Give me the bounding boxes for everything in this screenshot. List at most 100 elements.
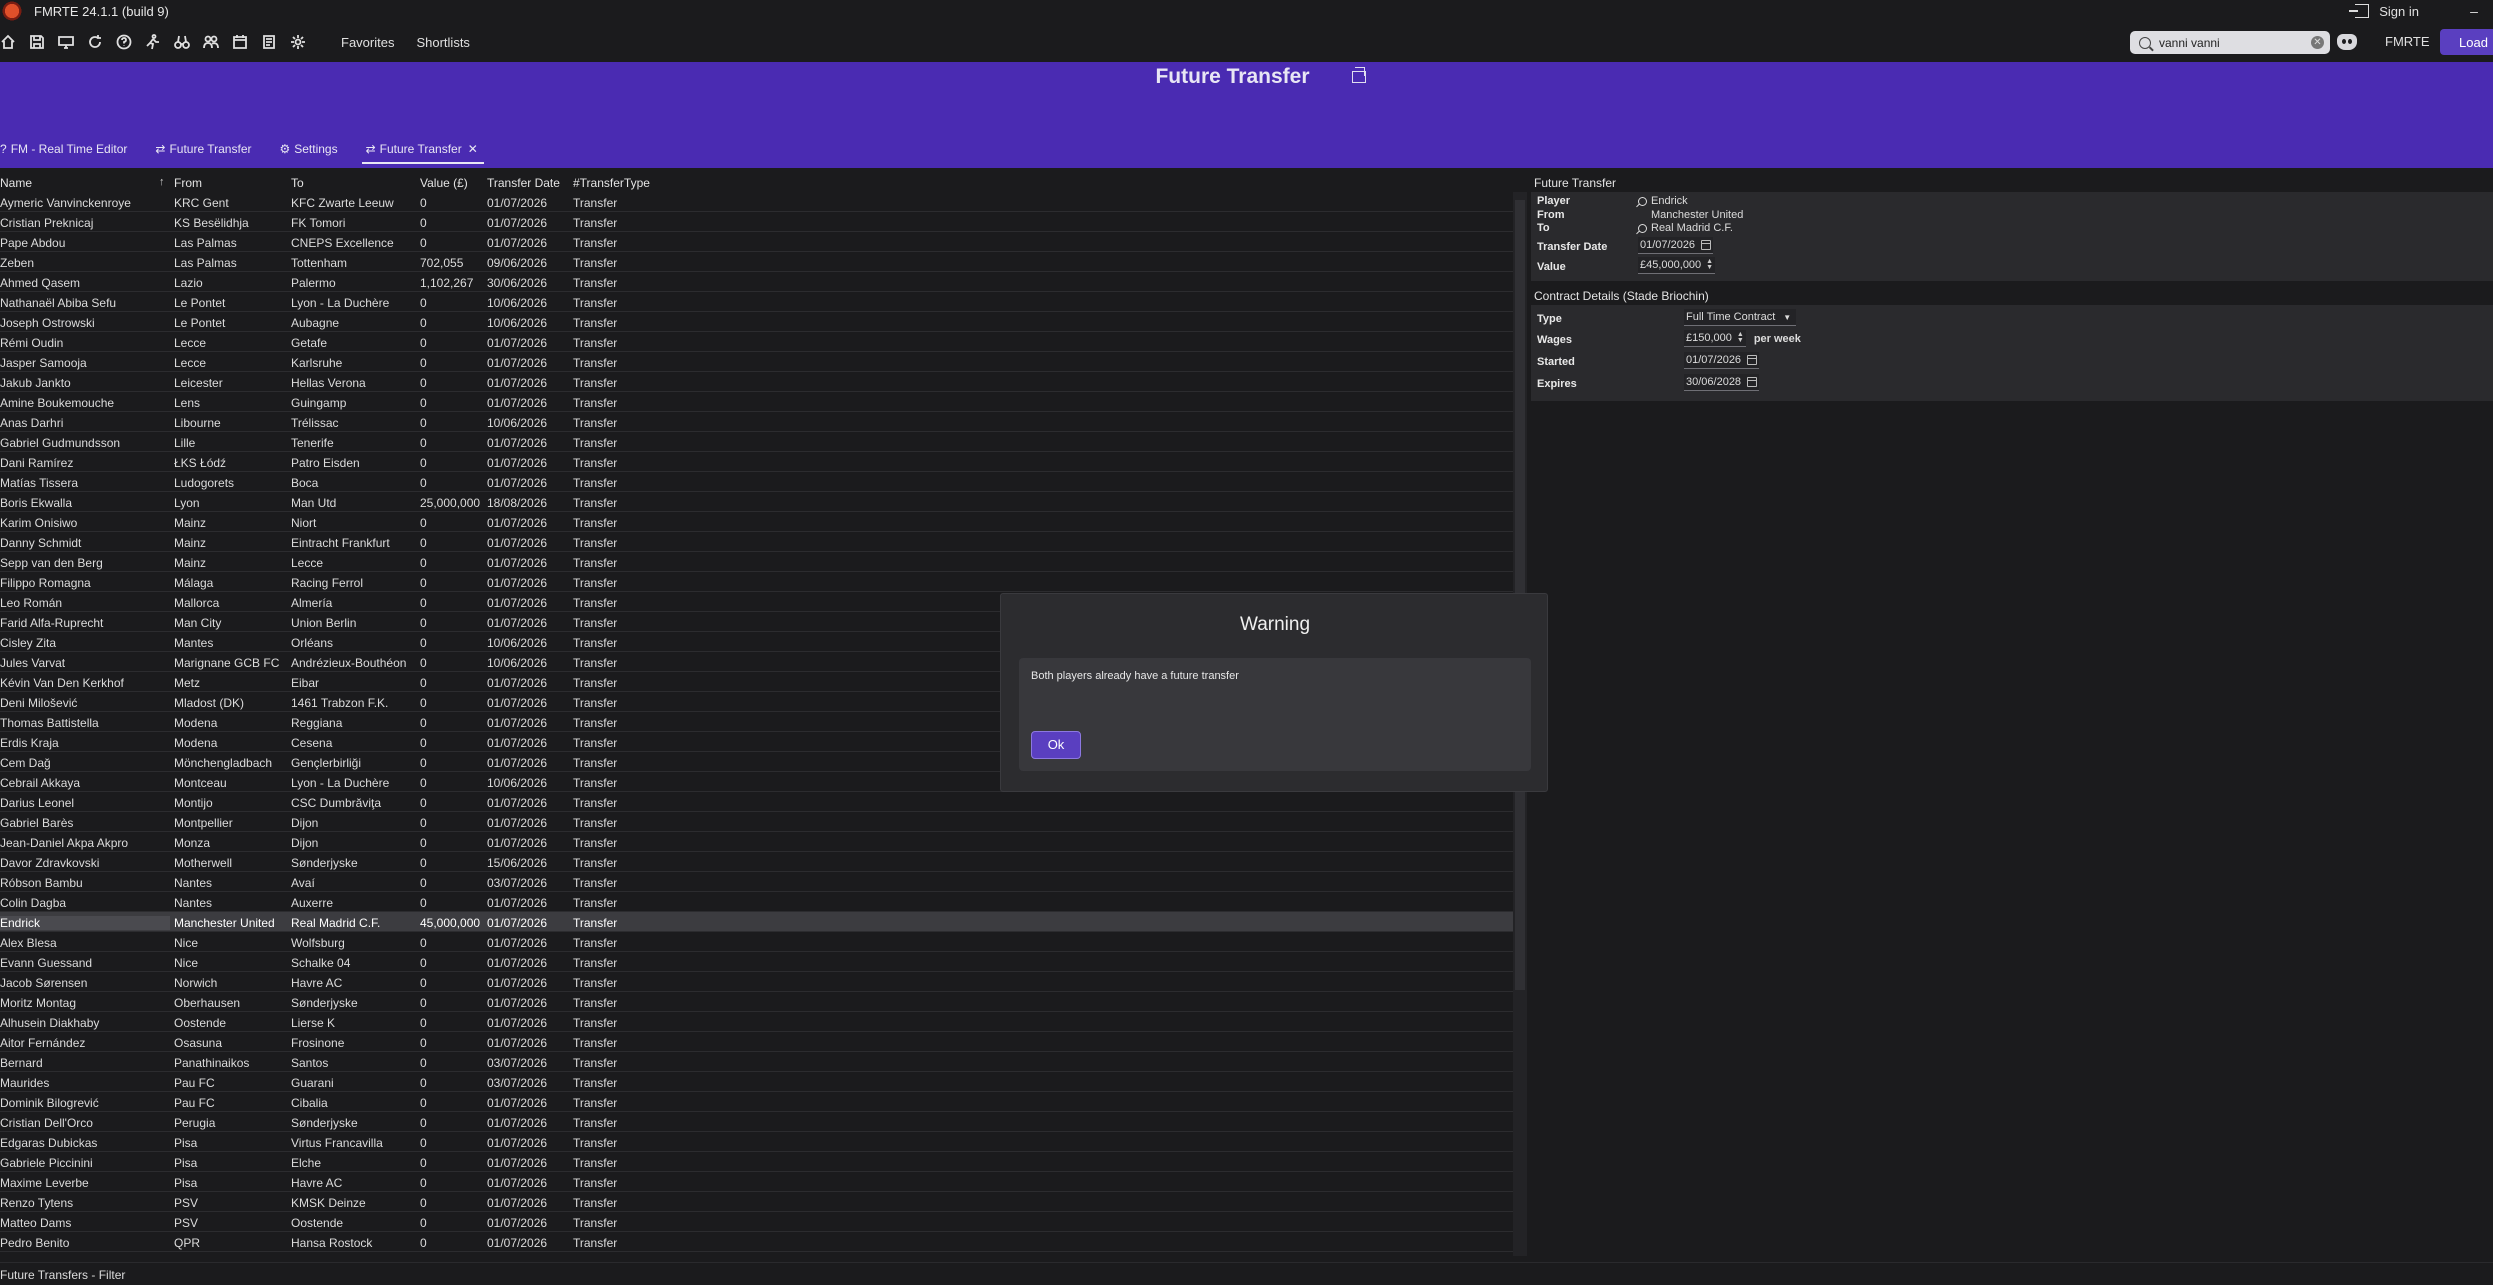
table-row[interactable]: Bernard Panathinaikos Santos 0 03/07/2026 Tra… <box>0 1052 1520 1072</box>
table-row[interactable]: Darius Leonel Montijo CSC Dumbrăviţa 0 01/07… <box>0 792 1520 812</box>
player-picker[interactable]: Endrick <box>1638 195 1688 207</box>
contract-type-wrap: Full Time Contract ▼ <box>1684 309 1796 326</box>
cell-transfer-type: Transfer <box>573 276 618 290</box>
refresh-icon[interactable] <box>87 34 103 50</box>
table-row[interactable]: Pape Abdou Las Palmas CNEPS Excellence 0 01/… <box>0 232 1520 252</box>
table-row[interactable]: Jacob Sørensen Norwich Havre AC 0 01/07/2026… <box>0 972 1520 992</box>
cell-transfer-date: 01/07/2026 <box>487 236 548 250</box>
column-header-from[interactable]: From <box>174 176 289 190</box>
table-row[interactable]: Pedro Benito QPR Hansa Rostock 0 01/07/2026 T… <box>0 1232 1520 1252</box>
notes-icon[interactable] <box>261 34 277 50</box>
table-row[interactable]: Gabriel Barès Montpellier Dijon 0 01/07/2026… <box>0 812 1520 832</box>
cell-value: 0 <box>420 616 427 630</box>
cell-transfer-type: Transfer <box>573 976 618 990</box>
calendar-icon[interactable] <box>232 34 248 50</box>
column-header-transfer-date[interactable]: Transfer Date <box>487 176 573 190</box>
column-header-transfer-type[interactable]: #TransferType <box>573 176 673 190</box>
cell-transfer-date: 01/07/2026 <box>487 376 548 390</box>
spinner-icon[interactable]: ▲ ▼ <box>1737 331 1744 344</box>
popout-window-icon[interactable] <box>1352 67 1366 83</box>
clear-search-icon[interactable]: ✕ <box>2311 36 2324 49</box>
help-icon[interactable] <box>116 34 132 50</box>
table-row[interactable]: Sepp van den Berg Mainz Lecce 0 01/07/2026 Tr… <box>0 552 1520 572</box>
table-row[interactable]: Evann Guessand Nice Schalke 04 0 01/07/2026 T… <box>0 952 1520 972</box>
started-input[interactable]: 01/07/2026 <box>1684 352 1760 369</box>
search-box[interactable]: ✕ <box>2130 31 2330 54</box>
table-row[interactable]: Anas Darhri Libourne Trélissac 0 10/06/2026 T… <box>0 412 1520 432</box>
value-input[interactable]: £45,000,000 ▲ ▼ <box>1638 257 1716 274</box>
sign-in-button[interactable]: Sign in <box>2349 4 2419 19</box>
shortlists-menu[interactable]: Shortlists <box>416 35 469 50</box>
table-row[interactable]: Edgaras Dubickas Pisa Virtus Francavilla 0 0… <box>0 1132 1520 1152</box>
ok-button[interactable]: Ok <box>1031 731 1081 759</box>
expires-input[interactable]: 30/06/2028 <box>1684 374 1760 391</box>
cell-from: Oostende <box>174 1016 227 1030</box>
table-row[interactable]: Matteo Dams PSV Oostende 0 01/07/2026 Transfe… <box>0 1212 1520 1232</box>
cell-name: Cisley Zita <box>0 636 57 650</box>
tab-settings[interactable]: ⚙ Settings <box>279 134 337 164</box>
table-row[interactable]: Moritz Montag Oberhausen Sønderjyske 0 01/07… <box>0 992 1520 1012</box>
contract-type-select[interactable]: Full Time Contract ▼ <box>1684 309 1796 326</box>
table-row[interactable]: Ahmed Qasem Lazio Palermo 1,102,267 30/06/20… <box>0 272 1520 292</box>
column-header-to[interactable]: To <box>291 176 416 190</box>
table-row[interactable]: Filippo Romagna Málaga Racing Ferrol 0 01/07… <box>0 572 1520 592</box>
table-row[interactable]: Alhusein Diakhaby Oostende Lierse K 0 01/07/… <box>0 1012 1520 1032</box>
cell-from: Motherwell <box>174 856 233 870</box>
people-icon[interactable] <box>203 34 219 50</box>
calendar-icon[interactable] <box>1747 377 1758 387</box>
spinner-icon[interactable]: ▲ ▼ <box>1706 258 1713 271</box>
wages-input[interactable]: £150,000 ▲ ▼ <box>1684 330 1746 347</box>
table-row[interactable]: Nathanaël Abiba Sefu Le Pontet Lyon - La D… <box>0 292 1520 312</box>
table-row[interactable]: Colin Dagba Nantes Auxerre 0 01/07/2026 Trans… <box>0 892 1520 912</box>
monitor-icon[interactable] <box>58 34 74 50</box>
discord-icon[interactable] <box>2337 34 2357 50</box>
home-icon[interactable] <box>0 34 16 50</box>
table-row[interactable]: Jasper Samooja Lecce Karlsruhe 0 01/07/2026 T… <box>0 352 1520 372</box>
table-row[interactable]: Dominik Bilogrević Pau FC Cibalia 0 01/07/20… <box>0 1092 1520 1112</box>
cell-name: Jean-Daniel Akpa Akpro <box>0 836 129 850</box>
table-row[interactable]: Renzo Tytens PSV KMSK Deinze 0 01/07/2026 Tra… <box>0 1192 1520 1212</box>
table-row[interactable]: Dani Ramírez ŁKS Łódź Patro Eisden 0 01/07/2… <box>0 452 1520 472</box>
save-icon[interactable] <box>29 34 45 50</box>
binoculars-icon[interactable] <box>174 34 190 50</box>
table-row[interactable]: Alex Blesa Nice Wolfsburg 0 01/07/2026 Transf… <box>0 932 1520 952</box>
table-row[interactable]: Aymeric Vanvinckenroye KRC Gent KFC Zwarte… <box>0 192 1520 212</box>
table-row[interactable]: Maxime Leverbe Pisa Havre AC 0 01/07/2026 Tra… <box>0 1172 1520 1192</box>
table-row[interactable]: Gabriele Piccinini Pisa Elche 0 01/07/2026 Tr… <box>0 1152 1520 1172</box>
table-row[interactable]: Zeben Las Palmas Tottenham 702,055 09/06/202… <box>0 252 1520 272</box>
table-row[interactable]: Jakub Jankto Leicester Hellas Verona 0 01/07… <box>0 372 1520 392</box>
settings-gear-icon[interactable] <box>290 34 306 50</box>
search-input[interactable] <box>2159 35 2299 50</box>
tab-future-transfer[interactable]: ⇄ Future Transfer <box>155 134 251 164</box>
table-row[interactable]: Maurides Pau FC Guarani 0 03/07/2026 Transfer <box>0 1072 1520 1092</box>
column-header-value[interactable]: Value (£) <box>420 176 484 190</box>
table-row[interactable]: Danny Schmidt Mainz Eintracht Frankfurt 0 01… <box>0 532 1520 552</box>
transfer-date-input[interactable]: 01/07/2026 <box>1638 237 1714 254</box>
load-button[interactable]: Load <box>2440 29 2493 55</box>
table-row[interactable]: Davor Zdravkovski Motherwell Sønderjyske 0 1… <box>0 852 1520 872</box>
player-icon[interactable] <box>145 34 161 50</box>
column-header-name[interactable]: Name <box>0 176 170 190</box>
tab-real-time-editor[interactable]: ? FM - Real Time Editor <box>0 134 127 164</box>
table-row[interactable]: Endrick Manchester United Real Madrid C.F.… <box>0 912 1520 932</box>
table-row[interactable]: Joseph Ostrowski Le Pontet Aubagne 0 10/06/2… <box>0 312 1520 332</box>
table-row[interactable]: Boris Ekwalla Lyon Man Utd 25,000,000 18/08/… <box>0 492 1520 512</box>
table-row[interactable]: Róbson Bambu Nantes Avaí 0 03/07/2026 Transfe… <box>0 872 1520 892</box>
calendar-icon[interactable] <box>1747 355 1758 365</box>
table-row[interactable]: Rémi Oudin Lecce Getafe 0 01/07/2026 Transfer <box>0 332 1520 352</box>
table-row[interactable]: Karim Onisiwo Mainz Niort 0 01/07/2026 Transf… <box>0 512 1520 532</box>
table-row[interactable]: Cristian Dell'Orco Perugia Sønderjyske 0 01/… <box>0 1112 1520 1132</box>
to-picker[interactable]: Real Madrid C.F. <box>1638 222 1733 234</box>
table-row[interactable]: Amine Boukemouche Lens Guingamp 0 01/07/2026… <box>0 392 1520 412</box>
calendar-icon[interactable] <box>1701 240 1712 250</box>
table-row[interactable]: Jean-Daniel Akpa Akpro Monza Dijon 0 01/07/2… <box>0 832 1520 852</box>
minimize-button[interactable]: – <box>2455 0 2493 22</box>
table-row[interactable]: Matías Tissera Ludogorets Boca 0 01/07/2026 T… <box>0 472 1520 492</box>
favorites-menu[interactable]: Favorites <box>341 35 394 50</box>
tab-future-transfer-active[interactable]: ⇄ Future Transfer ✕ <box>361 134 484 164</box>
table-row[interactable]: Aitor Fernández Osasuna Frosinone 0 01/07/20… <box>0 1032 1520 1052</box>
fmrte-menu[interactable]: FMRTE <box>2385 34 2430 49</box>
table-row[interactable]: Cristian Preknicaj KS Besëlidhja FK Tomori… <box>0 212 1520 232</box>
close-tab-icon[interactable]: ✕ <box>468 142 478 156</box>
table-row[interactable]: Gabriel Gudmundsson Lille Tenerife 0 01/07/2… <box>0 432 1520 452</box>
